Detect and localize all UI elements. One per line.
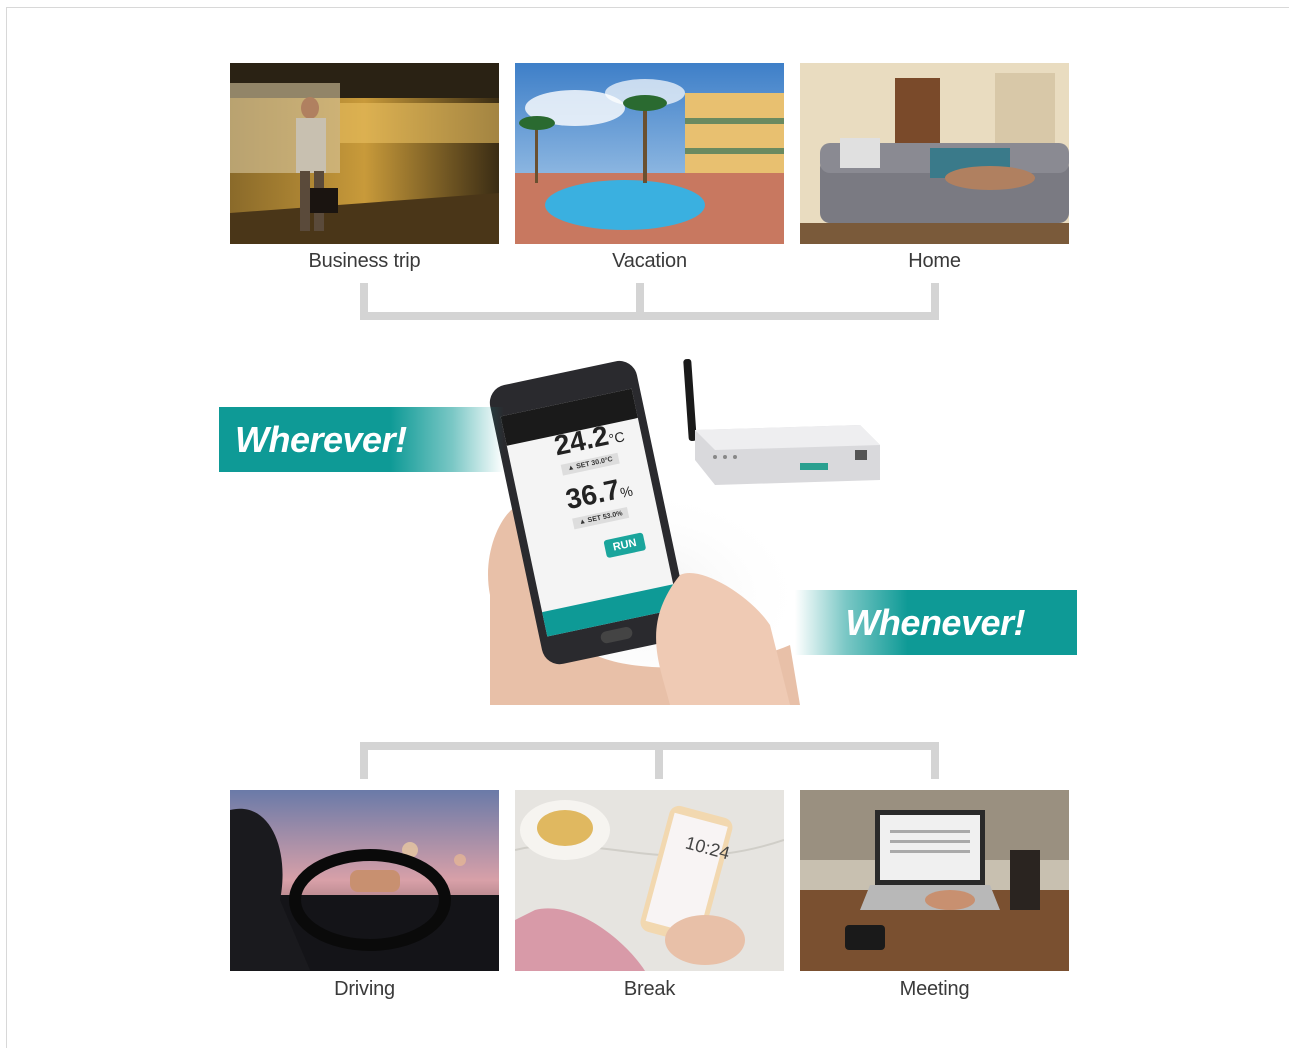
caption-home: Home (908, 250, 961, 272)
vacation-photo (515, 63, 784, 244)
top-bracket-bar (360, 312, 939, 320)
driving-photo (230, 790, 499, 971)
break-photo (515, 790, 784, 971)
bottom-bracket-bar (360, 742, 939, 750)
home-photo (800, 63, 1069, 244)
bottom-bracket-left (360, 742, 368, 779)
run-button[interactable]: RUN (603, 532, 647, 559)
caption-driving: Driving (334, 978, 395, 1000)
temperature-unit: °C (607, 428, 626, 448)
humidity-unit: % (618, 482, 635, 501)
caption-business-trip: Business trip (308, 250, 421, 272)
bottom-bracket-middle (655, 742, 663, 779)
whenever-banner: Whenever! (795, 590, 1077, 655)
business-trip-photo (230, 63, 499, 244)
caption-meeting: Meeting (899, 978, 970, 1000)
meeting-photo (800, 790, 1069, 971)
caption-break: Break (623, 978, 676, 1000)
caption-vacation: Vacation (612, 250, 687, 272)
router-icon (683, 359, 880, 485)
bottom-bracket-right (931, 742, 939, 779)
wherever-banner: Wherever! (219, 407, 504, 472)
